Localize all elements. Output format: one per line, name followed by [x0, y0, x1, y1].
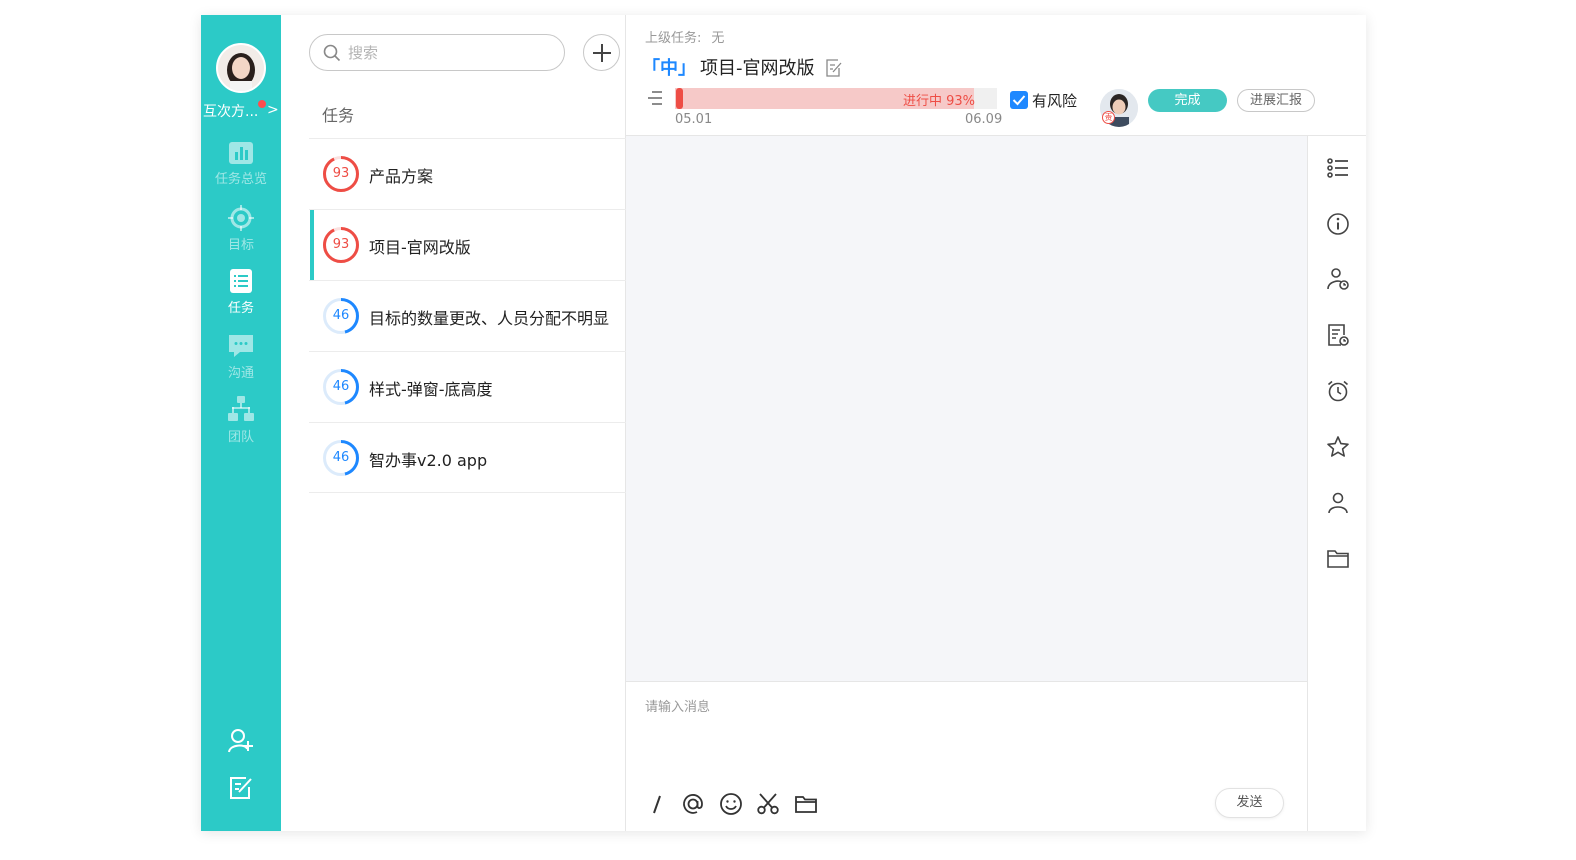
info-icon[interactable]	[1326, 212, 1350, 236]
message-area[interactable]	[626, 136, 1308, 681]
parent-value[interactable]: 无	[711, 31, 724, 46]
progress-number: 93	[332, 237, 350, 252]
progress-ring: 93	[322, 155, 360, 193]
risk-label: 有风险	[1032, 92, 1078, 110]
nav-label: 沟通	[227, 366, 254, 381]
send-button[interactable]: 发送	[1215, 788, 1284, 818]
task-item[interactable]: 46 目标的数量更改、人员分配不明显	[309, 280, 626, 351]
search-input[interactable]	[348, 42, 548, 64]
progress-ring: 46	[322, 439, 360, 477]
user-switcher[interactable]: 互次方... >	[203, 100, 281, 120]
checkbox-checked-icon	[1010, 91, 1028, 109]
nav-task-overview[interactable]: 任务总览	[201, 141, 281, 187]
at-icon[interactable]	[681, 792, 705, 816]
sidebar: 互次方... > 任务总览 目标 任务 沟通 团队	[201, 15, 281, 831]
progress-number: 46	[332, 450, 350, 465]
task-name: 样式-弹窗-底高度	[369, 380, 493, 399]
nav-team[interactable]: 团队	[201, 395, 281, 445]
message-input[interactable]	[645, 696, 1285, 776]
section-title: 任务	[322, 106, 355, 125]
person-icon[interactable]	[1326, 491, 1350, 515]
notification-dot	[258, 100, 266, 108]
priority-tag[interactable]: 「中」	[642, 58, 696, 79]
parent-label: 上级任务:	[645, 31, 702, 46]
progress-number: 46	[332, 308, 350, 323]
search-icon	[323, 44, 341, 62]
title-row: 「中」 项目-官网改版	[642, 54, 842, 80]
task-item[interactable]: 46 智办事v2.0 app	[309, 422, 626, 493]
task-list: 93 产品方案 93 项目-官网改版 46 目标的数量更改、人员分配不明显 46…	[309, 138, 626, 493]
alarm-clock-icon[interactable]	[1326, 379, 1350, 403]
parent-task: 上级任务: 无	[645, 27, 724, 46]
complete-button[interactable]: 完成	[1148, 89, 1227, 112]
task-item[interactable]: 93 产品方案	[309, 138, 626, 209]
plus-icon	[593, 44, 611, 62]
nav-label: 团队	[227, 430, 254, 445]
sort-icon[interactable]	[644, 88, 664, 108]
task-title[interactable]: 项目-官网改版	[700, 58, 815, 79]
user-name: 互次方...	[203, 104, 259, 120]
task-name: 产品方案	[369, 167, 434, 186]
right-toolbar	[1308, 136, 1366, 831]
nav-goals[interactable]: 目标	[201, 205, 281, 253]
task-detail: 上级任务: 无 「中」项目-官网改版 进行中 93% 05.01 06.09	[626, 15, 1366, 831]
progress-ring: 46	[322, 368, 360, 406]
nav-label: 任务	[227, 301, 254, 316]
chevron-right-icon: >	[267, 102, 279, 118]
nav-label: 任务总览	[214, 172, 267, 187]
user-avatar[interactable]	[216, 43, 266, 93]
user-clock-icon[interactable]	[1326, 267, 1350, 291]
search-box[interactable]	[309, 34, 565, 71]
task-list-panel: 任务 93 产品方案 93 项目-官网改版 46	[281, 15, 626, 831]
task-name: 智办事v2.0 app	[369, 451, 488, 470]
target-icon	[228, 205, 254, 231]
progress-report-button[interactable]: 进展汇报	[1237, 89, 1315, 112]
star-icon[interactable]	[1326, 435, 1350, 459]
add-task-button[interactable]	[583, 34, 620, 71]
progress-bar[interactable]: 进行中 93%	[675, 88, 997, 109]
task-item[interactable]: 93 项目-官网改版	[309, 209, 626, 280]
progress-start-marker	[676, 88, 683, 109]
task-name: 项目-官网改版	[369, 238, 471, 257]
task-header: 上级任务: 无 「中」项目-官网改版 进行中 93% 05.01 06.09	[626, 15, 1366, 136]
scissors-icon[interactable]	[756, 792, 780, 816]
edit-icon[interactable]	[825, 59, 842, 77]
progress-number: 93	[332, 166, 350, 181]
new-note-button[interactable]	[201, 775, 281, 801]
slash-icon[interactable]	[650, 792, 664, 816]
app-window: 互次方... > 任务总览 目标 任务 沟通 团队 搜索 任务 93 产品方案 …	[201, 15, 1366, 831]
start-date: 05.01	[675, 112, 713, 127]
task-name: 目标的数量更改、人员分配不明显	[369, 309, 610, 328]
progress-text: 进行中 93%	[902, 94, 975, 109]
nav-label: 目标	[227, 238, 254, 253]
chat-icon	[229, 335, 253, 357]
list-icon	[230, 269, 252, 293]
folder-icon[interactable]	[794, 792, 818, 816]
nav-communication[interactable]: 沟通	[201, 333, 281, 381]
checklist-icon[interactable]	[1326, 156, 1350, 180]
progress-number: 46	[332, 379, 350, 394]
add-member-button[interactable]	[201, 727, 281, 755]
add-user-icon	[228, 729, 253, 753]
message-composer: 发送	[626, 681, 1308, 831]
folder-icon[interactable]	[1326, 547, 1350, 571]
progress-ring: 93	[322, 226, 360, 264]
owner-badge: 责	[1102, 111, 1115, 124]
end-date: 06.09	[965, 112, 1003, 127]
edit-note-icon	[230, 777, 252, 799]
bar-chart-icon	[229, 142, 253, 164]
emoji-icon[interactable]	[719, 792, 743, 816]
doc-clock-icon[interactable]	[1326, 323, 1350, 347]
task-item[interactable]: 46 样式-弹窗-底高度	[309, 351, 626, 422]
progress-ring: 46	[322, 297, 360, 335]
nav-tasks[interactable]: 任务	[201, 268, 281, 316]
risk-checkbox[interactable]: 有风险	[1010, 90, 1077, 110]
org-chart-icon	[228, 396, 254, 421]
